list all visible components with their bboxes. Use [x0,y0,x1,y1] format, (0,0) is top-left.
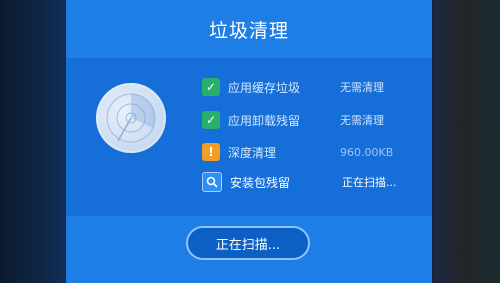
search-icon [202,172,222,192]
item-label: 安装包残留 [230,175,291,190]
item-label: 深度清理 [228,145,277,160]
item-status: 正在扫描... [342,176,397,189]
item-status: 无需清理 [340,81,384,94]
radar-scan-icon [96,83,166,153]
warning-icon: ! [202,143,220,161]
check-icon: ✓ [202,111,220,129]
dialog-title: 垃圾清理 [208,19,289,42]
item-label: 应用缓存垃圾 [228,80,301,95]
scanning-button[interactable]: 正在扫描... [186,226,310,260]
background-left [0,0,66,283]
radar-graphic [106,93,156,143]
check-icon: ✓ [202,78,220,96]
list-item-uninstall-residue: ✓ 应用卸载残留 无需清理 [202,109,422,131]
item-status: 无需清理 [340,114,384,127]
item-label: 应用卸载残留 [228,113,301,128]
background-right [432,0,500,283]
list-item-app-cache: ✓ 应用缓存垃圾 无需清理 [202,76,422,98]
item-size: 960.00KB [340,145,394,159]
scan-panel: ✓ 应用缓存垃圾 无需清理 ✓ 应用卸载残留 无需清理 ! 深度清理 960.0… [66,58,432,216]
junk-clean-dialog: 垃圾清理 ✓ 应用缓存垃圾 无需清理 ✓ 应用卸载残留 无需清理 ! 深度清理 … [66,0,432,283]
list-item-deep-clean: ! 深度清理 960.00KB [202,141,422,163]
list-item-apk-residue: 安装包残留 正在扫描... [202,171,422,193]
